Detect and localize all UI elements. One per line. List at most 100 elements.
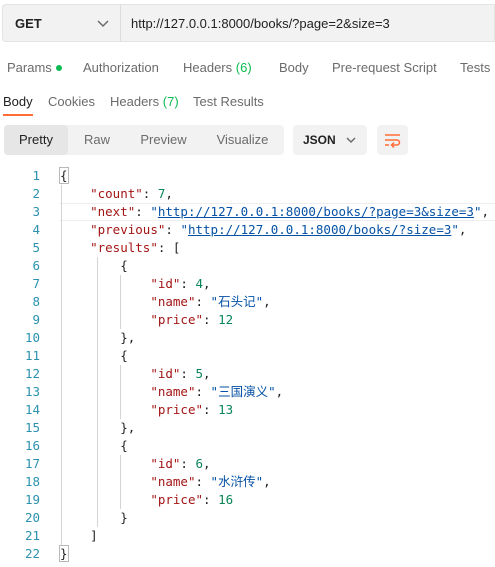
json-key: "id"	[150, 276, 181, 291]
chevron-down-icon	[97, 20, 109, 28]
line-number: 12	[24, 366, 40, 381]
response-tabs: Body Cookies Headers (7) Test Results	[0, 90, 495, 118]
view-mode-toggle: Pretty Raw Preview Visualize	[4, 125, 284, 155]
line-number: 10	[24, 330, 40, 345]
line-number: 5	[32, 240, 40, 255]
response-tab-headers-count: (7)	[162, 94, 179, 109]
tab-body[interactable]: Body	[279, 60, 309, 75]
line-number: 3	[32, 204, 40, 219]
book-name: 石头记	[218, 294, 256, 309]
wrap-lines-button[interactable]	[377, 125, 408, 155]
tab-params[interactable]: Params	[7, 60, 62, 75]
code-line: 14 "price": 13	[0, 401, 495, 419]
code-line: 4 "previous": "http://127.0.0.1:8000/boo…	[0, 221, 495, 239]
line-number: 22	[24, 546, 40, 561]
code-line: 9 "price": 12	[0, 311, 495, 329]
book-price: 13	[218, 402, 234, 417]
json-key: "previous"	[90, 222, 166, 237]
code-line: 15 },	[0, 419, 495, 437]
code-line: 2 "count": 7,	[0, 185, 495, 203]
url-text: http://127.0.0.1:8000/books/?page=2&size…	[131, 16, 390, 31]
line-number: 16	[24, 438, 40, 453]
code-line: 20 }	[0, 509, 495, 527]
format-label: JSON	[303, 133, 336, 147]
line-number: 21	[24, 528, 40, 543]
request-tabs: Params Authorization Headers (6) Body Pr…	[0, 57, 495, 79]
code-line: 8 "name": "石头记",	[0, 293, 495, 311]
tab-authorization[interactable]: Authorization	[83, 60, 159, 75]
line-number: 2	[32, 186, 40, 201]
response-tab-cookies[interactable]: Cookies	[48, 94, 95, 109]
tab-headers[interactable]: Headers (6)	[183, 60, 252, 75]
line-number: 4	[32, 222, 40, 237]
code-line: 3 "next": "http://127.0.0.1:8000/books/?…	[0, 203, 495, 221]
line-number: 7	[32, 276, 40, 291]
code-line: 5 "results": [	[0, 239, 495, 257]
previous-link[interactable]: http://127.0.0.1:8000/books/?size=3	[188, 222, 451, 237]
line-number: 19	[24, 492, 40, 507]
json-key: "id"	[150, 366, 181, 381]
view-pretty-button[interactable]: Pretty	[4, 125, 68, 155]
json-key: "price"	[150, 402, 203, 417]
response-tab-test-results[interactable]: Test Results	[193, 94, 264, 109]
line-number: 14	[24, 402, 40, 417]
open-brace: {	[59, 167, 69, 184]
code-line: 21 ]	[0, 527, 495, 545]
code-line: 22}	[0, 545, 495, 563]
active-tab-underline	[3, 114, 33, 116]
code-line: 7 "id": 4,	[0, 275, 495, 293]
json-key: "name"	[150, 384, 196, 399]
line-number: 1	[32, 168, 40, 183]
book-id: 6	[195, 456, 204, 471]
json-key: "results"	[90, 240, 158, 255]
tab-prerequest-script[interactable]: Pre-request Script	[332, 60, 437, 75]
book-id: 5	[195, 366, 204, 381]
code-line: 17 "id": 6,	[0, 455, 495, 473]
code-line: 12 "id": 5,	[0, 365, 495, 383]
params-status-dot	[55, 64, 62, 71]
tab-tests[interactable]: Tests	[460, 60, 490, 75]
method-select[interactable]: GET	[2, 4, 120, 42]
response-tab-body[interactable]: Body	[3, 94, 33, 109]
json-key: "count"	[90, 186, 143, 201]
line-number: 20	[24, 510, 40, 525]
view-preview-button[interactable]: Preview	[126, 125, 201, 155]
json-key: "name"	[150, 294, 196, 309]
line-number: 18	[24, 474, 40, 489]
tab-params-label: Params	[7, 60, 52, 75]
json-key: "name"	[150, 474, 196, 489]
count-value: 7	[157, 186, 166, 201]
url-input[interactable]: http://127.0.0.1:8000/books/?page=2&size…	[120, 4, 495, 42]
line-number: 9	[32, 312, 40, 327]
line-number: 17	[24, 456, 40, 471]
code-line: 18 "name": "水浒传",	[0, 473, 495, 491]
close-brace: }	[59, 545, 69, 562]
code-line: 16 {	[0, 437, 495, 455]
line-number: 13	[24, 384, 40, 399]
code-line: 10 },	[0, 329, 495, 347]
response-tab-headers[interactable]: Headers (7)	[110, 94, 179, 109]
book-name: 水浒传	[218, 474, 256, 489]
view-raw-button[interactable]: Raw	[68, 125, 126, 155]
json-key: "price"	[150, 312, 203, 327]
view-visualize-button[interactable]: Visualize	[201, 125, 284, 155]
response-tab-headers-label: Headers	[110, 94, 160, 109]
json-key: "id"	[150, 456, 181, 471]
wrap-lines-icon	[385, 134, 401, 148]
json-key: "price"	[150, 492, 203, 507]
line-number: 15	[24, 420, 40, 435]
code-line: 11 {	[0, 347, 495, 365]
next-link[interactable]: http://127.0.0.1:8000/books/?page=3&size…	[158, 204, 474, 219]
code-line: 6 {	[0, 257, 495, 275]
format-select[interactable]: JSON	[293, 125, 367, 155]
book-price: 12	[218, 312, 234, 327]
tab-headers-label: Headers	[183, 60, 233, 75]
code-line: 19 "price": 16	[0, 491, 495, 509]
json-key: "next"	[90, 204, 136, 219]
book-id: 4	[195, 276, 204, 291]
code-line: 13 "name": "三国演义",	[0, 383, 495, 401]
code-line: 1{	[0, 167, 495, 185]
chevron-down-icon	[346, 137, 356, 144]
request-bar: GET http://127.0.0.1:8000/books/?page=2&…	[0, 0, 495, 46]
line-number: 8	[32, 294, 40, 309]
